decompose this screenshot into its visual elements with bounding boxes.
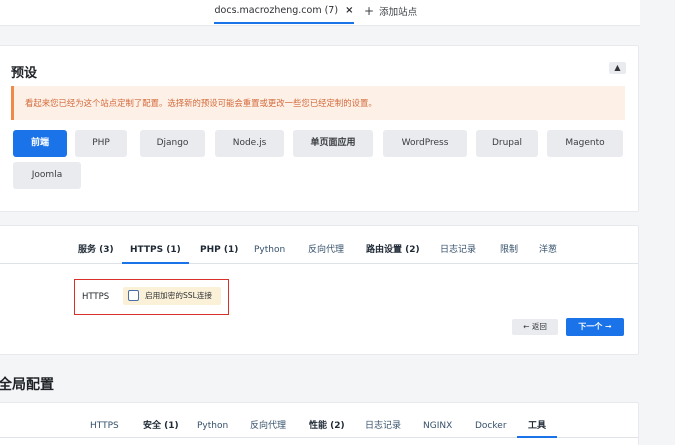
- global-tab-python[interactable]: Python: [197, 416, 228, 438]
- tab-logging[interactable]: 日志记录: [440, 239, 476, 264]
- plus-icon: +: [364, 4, 375, 18]
- global-tab-https[interactable]: HTTPS: [90, 416, 119, 438]
- tab-https[interactable]: HTTPS (1): [122, 239, 189, 264]
- preset-button-frontend[interactable]: 前端: [13, 130, 67, 157]
- preset-button-php[interactable]: PHP: [75, 130, 127, 157]
- global-tab-performance[interactable]: 性能 (2): [309, 416, 345, 438]
- preset-button-wordpress[interactable]: WordPress: [383, 130, 467, 157]
- config-card: 服务 (3) HTTPS (1) PHP (1) Python 反向代理 路由设…: [0, 225, 639, 355]
- global-tab-bar: HTTPS 安全 (1) Python 反向代理 性能 (2) 日志记录 NGI…: [0, 416, 638, 438]
- tab-php[interactable]: PHP (1): [200, 239, 238, 264]
- preset-button-drupal[interactable]: Drupal: [476, 130, 538, 157]
- preset-button-magento[interactable]: Magento: [547, 130, 623, 157]
- preset-button-joomla[interactable]: Joomla: [13, 162, 81, 189]
- preset-button-django[interactable]: Django: [140, 130, 205, 157]
- config-tab-bar: 服务 (3) HTTPS (1) PHP (1) Python 反向代理 路由设…: [0, 239, 638, 264]
- site-tab-bar: docs.macrozheng.com (7) × + 添加站点: [0, 0, 640, 26]
- next-button[interactable]: 下一个 ➞: [566, 318, 624, 336]
- global-config-card: HTTPS 安全 (1) Python 反向代理 性能 (2) 日志记录 NGI…: [0, 402, 639, 445]
- ssl-checkbox[interactable]: [128, 290, 139, 301]
- global-tab-docker[interactable]: Docker: [475, 416, 507, 438]
- preset-title: 预设: [11, 66, 38, 81]
- site-tab-label: docs.macrozheng.com (7): [214, 5, 339, 16]
- global-tab-reverse-proxy[interactable]: 反向代理: [250, 416, 286, 438]
- tab-python[interactable]: Python: [254, 239, 285, 264]
- global-tab-tools[interactable]: 工具: [517, 416, 558, 438]
- https-highlight-box: HTTPS 启用加密的SSL连接: [74, 279, 229, 315]
- chevron-up-icon: ▲: [614, 63, 621, 72]
- tab-reverse-proxy[interactable]: 反向代理: [308, 239, 344, 264]
- tab-limits[interactable]: 限制: [500, 239, 518, 264]
- global-tab-security[interactable]: 安全 (1): [143, 416, 179, 438]
- ssl-option[interactable]: 启用加密的SSL连接: [123, 287, 221, 305]
- collapse-button[interactable]: ▲: [609, 62, 626, 74]
- global-tab-nginx[interactable]: NGINX: [423, 416, 452, 438]
- add-site-button[interactable]: + 添加站点: [364, 0, 417, 24]
- site-tab-docs[interactable]: docs.macrozheng.com (7) ×: [214, 0, 354, 24]
- back-button[interactable]: ← 返回: [512, 319, 558, 335]
- https-label: HTTPS: [82, 292, 110, 302]
- tab-onion[interactable]: 洋葱: [539, 239, 557, 264]
- preset-button-spa[interactable]: 单页面应用: [293, 130, 373, 157]
- close-icon[interactable]: ×: [345, 5, 353, 16]
- global-config-title: 全局配置: [0, 377, 54, 393]
- ssl-option-label: 启用加密的SSL连接: [145, 291, 213, 300]
- global-tab-logging[interactable]: 日志记录: [365, 416, 401, 438]
- preset-card: 预设 ▲ 看起来您已经为这个站点定制了配置。选择新的预设可能会重置或更改一些您已…: [0, 45, 639, 212]
- add-site-label: 添加站点: [379, 7, 418, 18]
- tab-routing[interactable]: 路由设置 (2): [366, 239, 420, 264]
- preset-warning: 看起来您已经为这个站点定制了配置。选择新的预设可能会重置或更改一些您已经定制的设…: [11, 86, 625, 120]
- tab-services[interactable]: 服务 (3): [78, 239, 114, 264]
- preset-button-nodejs[interactable]: Node.js: [215, 130, 284, 157]
